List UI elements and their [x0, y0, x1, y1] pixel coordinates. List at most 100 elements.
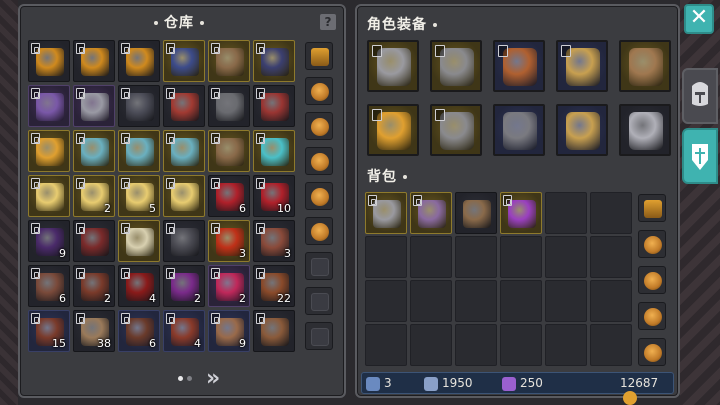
inventory-slot[interactable] [253, 310, 295, 352]
inventory-slot[interactable] [163, 220, 205, 262]
side-slot[interactable] [305, 112, 333, 140]
backpack-slot[interactable] [590, 192, 632, 234]
equipment-slot[interactable] [367, 104, 419, 156]
backpack-side-slot[interactable] [638, 266, 666, 294]
inventory-slot[interactable] [253, 85, 295, 127]
inventory-slot[interactable]: 9 [208, 310, 250, 352]
inventory-slot[interactable] [118, 130, 160, 172]
backpack-slot[interactable] [455, 236, 497, 278]
inventory-slot[interactable]: 38 [73, 310, 115, 352]
inventory-slot[interactable] [28, 85, 70, 127]
tab-equipment[interactable] [682, 128, 718, 184]
page-dot-active[interactable] [178, 376, 183, 381]
side-slot[interactable] [305, 322, 333, 350]
equipment-slot[interactable] [493, 40, 545, 92]
inventory-slot[interactable]: 4 [163, 310, 205, 352]
inventory-slot[interactable] [208, 130, 250, 172]
side-slot[interactable] [305, 252, 333, 280]
equipment-slot[interactable] [619, 40, 671, 92]
backpack-slot[interactable] [410, 236, 452, 278]
backpack-slot[interactable] [500, 280, 542, 322]
equipment-slot[interactable] [493, 104, 545, 156]
backpack-slot[interactable] [500, 236, 542, 278]
side-slot[interactable] [305, 287, 333, 315]
inventory-slot[interactable] [73, 85, 115, 127]
side-slot[interactable] [305, 217, 333, 245]
inventory-slot[interactable]: 15 [28, 310, 70, 352]
backpack-slot[interactable] [545, 236, 587, 278]
next-page-button[interactable]: » [206, 366, 220, 391]
inventory-slot[interactable] [73, 40, 115, 82]
inventory-slot[interactable]: 9 [28, 220, 70, 262]
backpack-slot[interactable] [410, 324, 452, 366]
backpack-slot[interactable] [410, 280, 452, 322]
great-helm-icon [373, 200, 401, 228]
backpack-slot[interactable] [545, 324, 587, 366]
inventory-slot[interactable] [28, 175, 70, 217]
inventory-slot[interactable] [73, 130, 115, 172]
inventory-slot[interactable]: 2 [208, 265, 250, 307]
help-icon[interactable]: ? [320, 14, 336, 30]
inventory-slot[interactable]: 2 [73, 175, 115, 217]
equipment-slot[interactable] [556, 104, 608, 156]
backpack-side-slot[interactable] [638, 338, 666, 366]
inventory-slot[interactable]: 6 [28, 265, 70, 307]
inventory-slot[interactable]: 6 [208, 175, 250, 217]
inventory-slot[interactable]: 5 [118, 175, 160, 217]
backpack-slot[interactable] [455, 280, 497, 322]
inventory-slot[interactable]: 22 [253, 265, 295, 307]
side-slot[interactable] [305, 42, 333, 70]
backpack-slot[interactable] [545, 280, 587, 322]
equipment-slot[interactable] [430, 40, 482, 92]
backpack-slot[interactable] [455, 324, 497, 366]
inventory-slot[interactable] [163, 130, 205, 172]
backpack-slot[interactable] [365, 324, 407, 366]
backpack-slot[interactable] [590, 324, 632, 366]
equipment-slot[interactable] [619, 104, 671, 156]
backpack-slot[interactable] [455, 192, 497, 234]
inventory-slot[interactable] [118, 220, 160, 262]
inventory-slot[interactable] [253, 130, 295, 172]
item-quantity: 6 [149, 337, 156, 350]
side-slot[interactable] [305, 77, 333, 105]
inventory-slot[interactable] [118, 40, 160, 82]
backpack-slot[interactable] [500, 192, 542, 234]
side-slot[interactable] [305, 182, 333, 210]
side-slot[interactable] [305, 147, 333, 175]
inventory-slot[interactable]: 10 [253, 175, 295, 217]
backpack-slot[interactable] [590, 236, 632, 278]
inventory-slot[interactable] [253, 40, 295, 82]
inventory-slot[interactable]: 2 [73, 265, 115, 307]
inventory-slot[interactable] [163, 85, 205, 127]
inventory-slot[interactable] [28, 40, 70, 82]
inventory-slot[interactable] [28, 130, 70, 172]
backpack-slot[interactable] [545, 192, 587, 234]
backpack-slot[interactable] [365, 280, 407, 322]
inventory-slot[interactable] [118, 85, 160, 127]
backpack-side-slot[interactable] [638, 230, 666, 258]
equipment-slot[interactable] [430, 104, 482, 156]
backpack-side-slot[interactable] [638, 194, 666, 222]
inventory-slot[interactable]: 3 [253, 220, 295, 262]
equipment-slot[interactable] [556, 40, 608, 92]
backpack-side-slot[interactable] [638, 302, 666, 330]
item-quantity: 9 [239, 337, 246, 350]
inventory-slot[interactable]: 4 [118, 265, 160, 307]
inventory-slot[interactable]: 2 [163, 265, 205, 307]
backpack-slot[interactable] [590, 280, 632, 322]
inventory-slot[interactable] [208, 40, 250, 82]
inventory-slot[interactable] [73, 220, 115, 262]
tab-character[interactable] [682, 68, 718, 124]
page-dot[interactable] [187, 376, 192, 381]
inventory-slot[interactable]: 6 [118, 310, 160, 352]
inventory-slot[interactable] [163, 40, 205, 82]
backpack-slot[interactable] [410, 192, 452, 234]
backpack-slot[interactable] [365, 192, 407, 234]
backpack-slot[interactable] [365, 236, 407, 278]
close-button[interactable]: ✕ [684, 4, 714, 34]
equipment-slot[interactable] [367, 40, 419, 92]
inventory-slot[interactable] [208, 85, 250, 127]
inventory-slot[interactable] [163, 175, 205, 217]
backpack-slot[interactable] [500, 324, 542, 366]
inventory-slot[interactable]: 3 [208, 220, 250, 262]
